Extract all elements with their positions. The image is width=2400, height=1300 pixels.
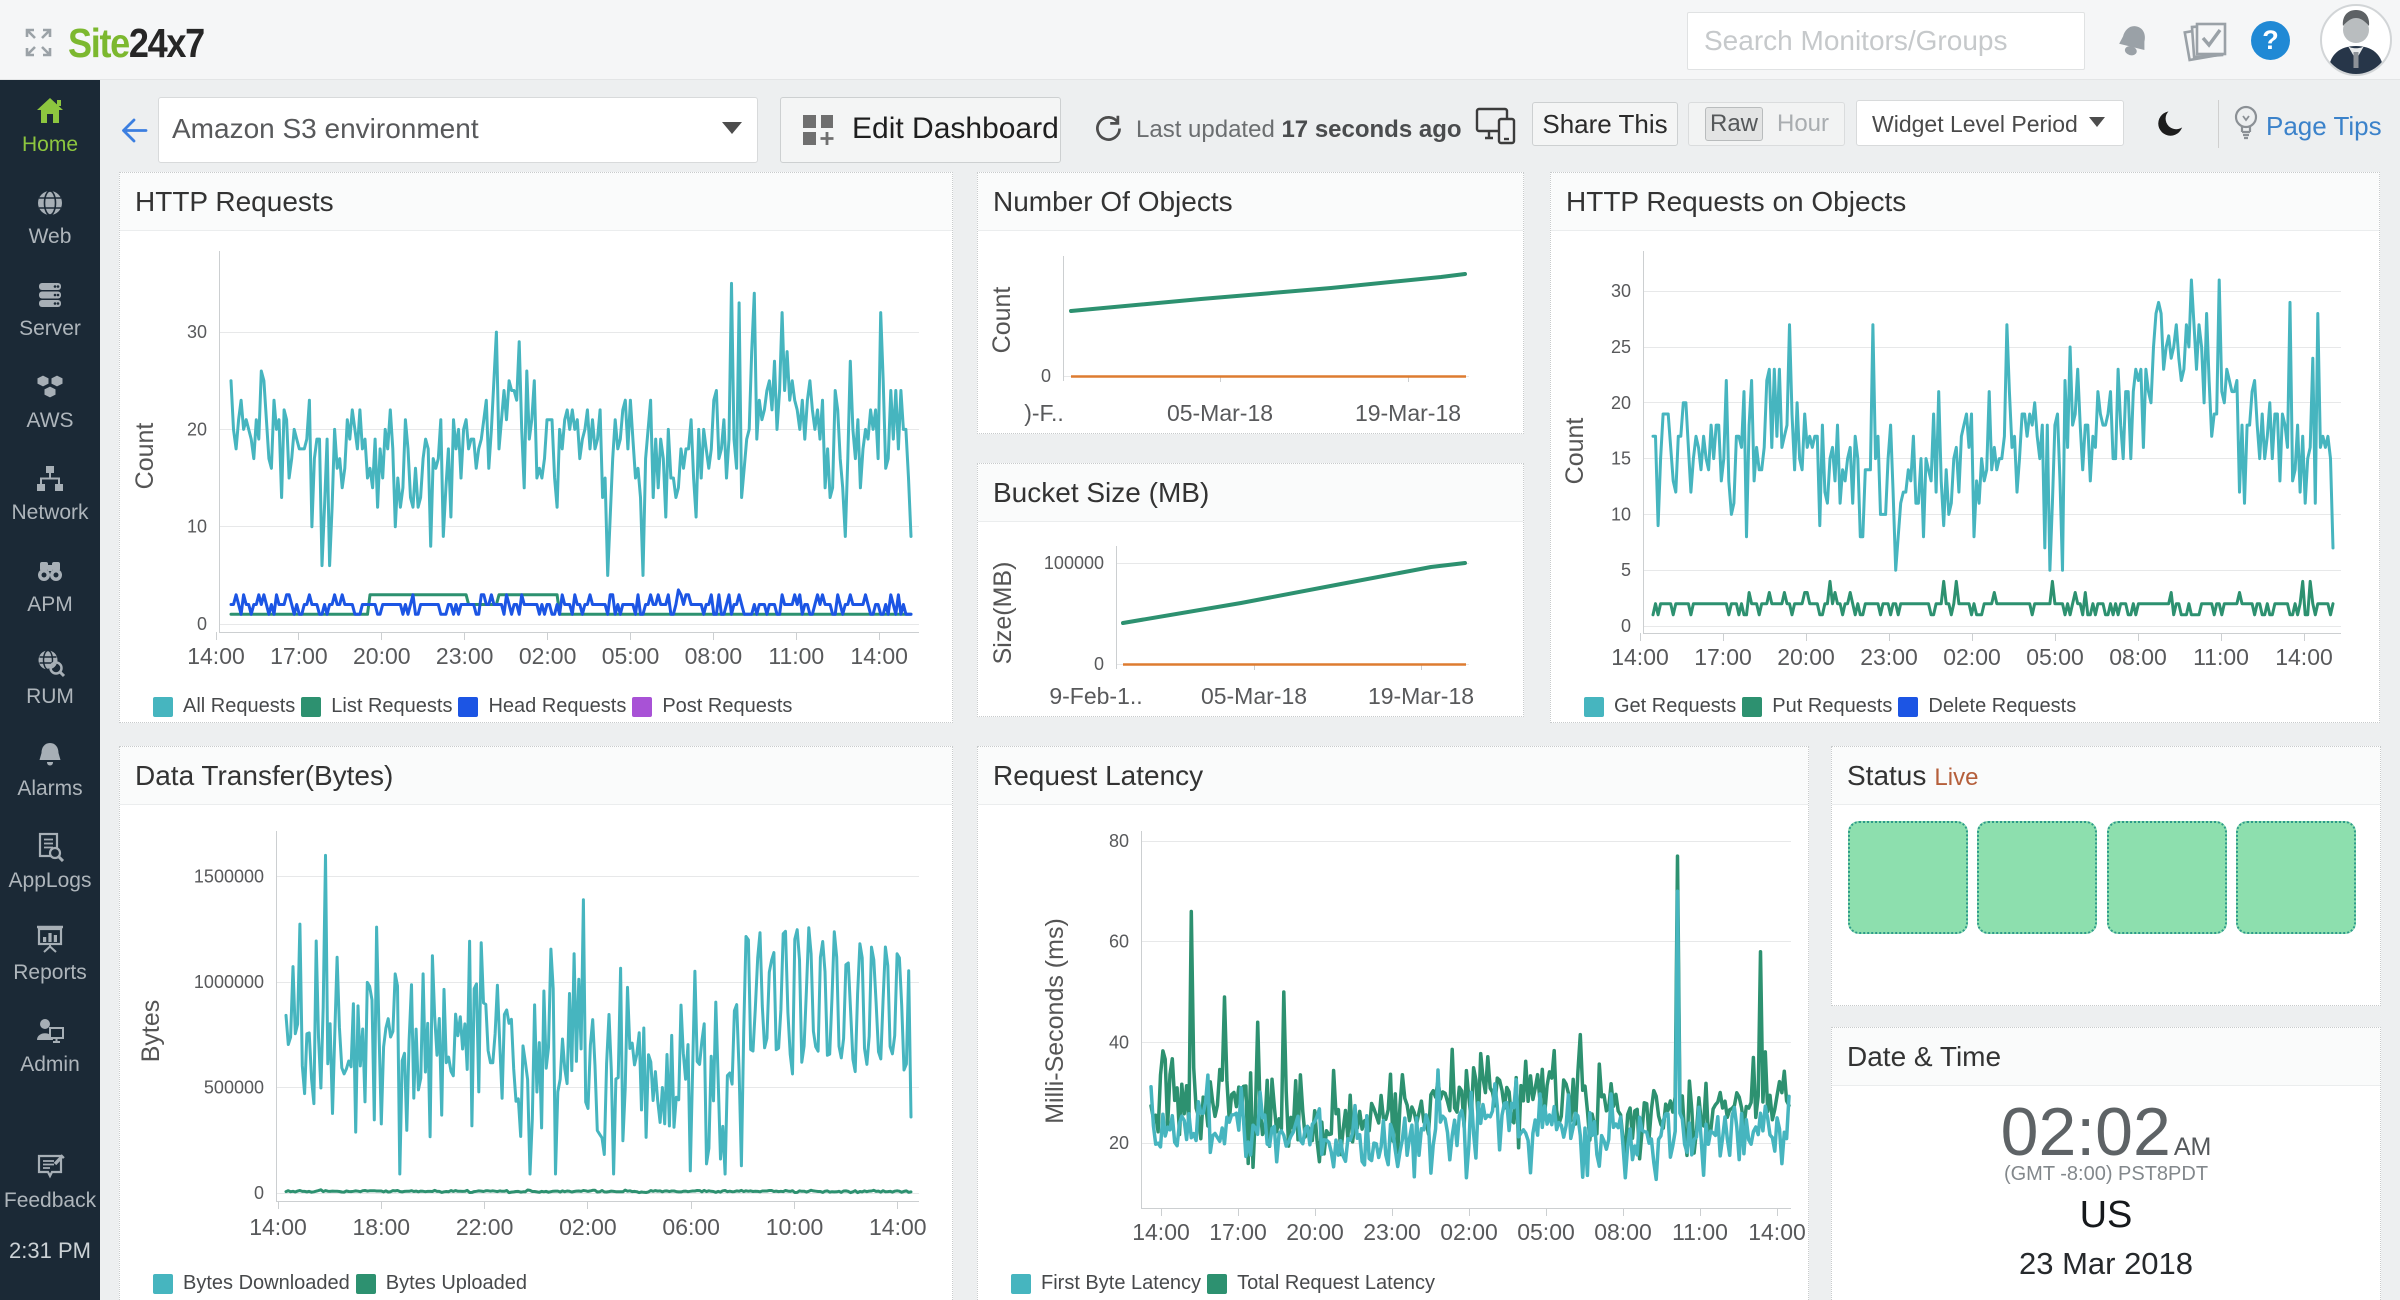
svg-text:02:00: 02:00 [519,643,577,669]
svg-text:17:00: 17:00 [270,643,328,669]
svg-text:Count: Count [988,287,1016,354]
svg-text:Size(MB): Size(MB) [989,562,1017,665]
svg-text:22:00: 22:00 [456,1214,514,1240]
svg-text:02:00: 02:00 [1440,1219,1498,1245]
svg-text:Milli-Seconds (ms): Milli-Seconds (ms) [1041,918,1069,1124]
svg-text:500000: 500000 [204,1078,264,1098]
svg-text:1000000: 1000000 [194,972,264,992]
svg-text:17:00: 17:00 [1694,644,1752,670]
svg-text:25: 25 [1611,337,1631,357]
svg-text:10: 10 [187,517,207,537]
svg-text:05:00: 05:00 [1517,1219,1575,1245]
svg-text:14:00: 14:00 [850,643,908,669]
svg-text:19-Mar-18: 19-Mar-18 [1355,400,1461,426]
svg-text:05-Mar-18: 05-Mar-18 [1201,683,1307,709]
svg-text:60: 60 [1109,932,1129,952]
svg-text:20: 20 [187,419,207,439]
svg-text:14:00: 14:00 [869,1214,927,1240]
svg-text:14:00: 14:00 [1611,644,1669,670]
svg-text:0: 0 [1621,616,1631,636]
svg-text:14:00: 14:00 [1132,1219,1190,1245]
svg-text:19-Mar-18: 19-Mar-18 [1368,683,1474,709]
svg-text:20:00: 20:00 [353,643,411,669]
svg-text:05:00: 05:00 [2026,644,2084,670]
svg-text:)-F..: )-F.. [1024,400,1064,426]
svg-text:30: 30 [1611,281,1631,301]
svg-text:02:00: 02:00 [559,1214,617,1240]
svg-text:1500000: 1500000 [194,867,264,887]
svg-text:0: 0 [1094,654,1104,674]
svg-text:02:00: 02:00 [1943,644,2001,670]
svg-text:0: 0 [254,1183,264,1203]
svg-text:05:00: 05:00 [602,643,660,669]
svg-text:9-Feb-1..: 9-Feb-1.. [1049,683,1142,709]
svg-text:5: 5 [1621,560,1631,580]
svg-text:Count: Count [131,423,159,490]
svg-text:80: 80 [1109,831,1129,851]
svg-text:05-Mar-18: 05-Mar-18 [1167,400,1273,426]
svg-text:11:00: 11:00 [2193,644,2249,670]
svg-text:0: 0 [1041,366,1051,386]
svg-text:14:00: 14:00 [2275,644,2333,670]
svg-text:18:00: 18:00 [353,1214,411,1240]
svg-text:11:00: 11:00 [768,643,824,669]
svg-text:08:00: 08:00 [685,643,743,669]
svg-text:11:00: 11:00 [1672,1219,1728,1245]
svg-text:10: 10 [1611,504,1631,524]
svg-text:23:00: 23:00 [1363,1219,1421,1245]
svg-text:10:00: 10:00 [766,1214,824,1240]
svg-text:14:00: 14:00 [1748,1219,1806,1245]
svg-text:100000: 100000 [1044,553,1104,573]
svg-text:23:00: 23:00 [436,643,494,669]
svg-text:23:00: 23:00 [1860,644,1918,670]
svg-text:08:00: 08:00 [1594,1219,1652,1245]
svg-text:20: 20 [1611,393,1631,413]
svg-text:08:00: 08:00 [2109,644,2167,670]
svg-text:17:00: 17:00 [1209,1219,1267,1245]
svg-text:06:00: 06:00 [662,1214,720,1240]
svg-text:14:00: 14:00 [249,1214,307,1240]
svg-text:40: 40 [1109,1032,1129,1052]
svg-text:14:00: 14:00 [187,643,245,669]
svg-text:20: 20 [1109,1133,1129,1153]
svg-text:20:00: 20:00 [1286,1219,1344,1245]
svg-text:30: 30 [187,322,207,342]
svg-text:20:00: 20:00 [1777,644,1835,670]
svg-text:Bytes: Bytes [137,1000,165,1063]
svg-text:15: 15 [1611,449,1631,469]
svg-text:0: 0 [197,614,207,634]
svg-text:Count: Count [1561,418,1589,485]
